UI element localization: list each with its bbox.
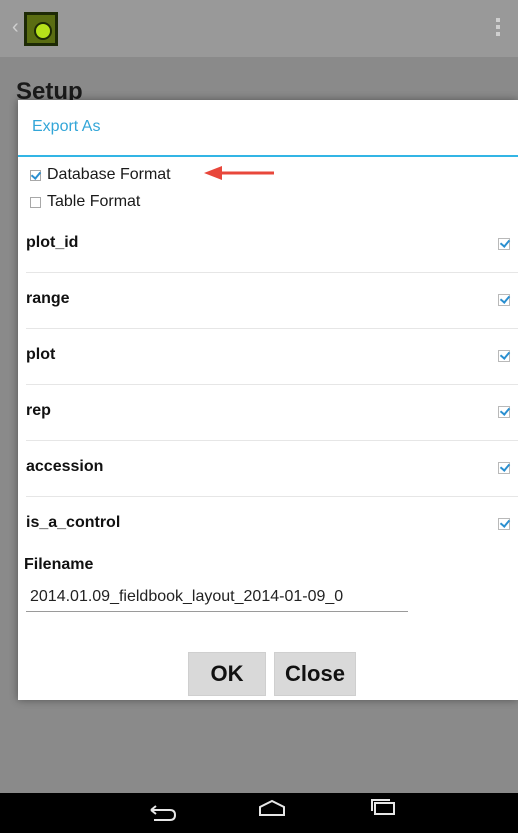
database-format-option[interactable]: Database Format <box>30 166 171 184</box>
field-label: range <box>26 290 70 307</box>
field-checkbox-icon[interactable] <box>498 294 510 306</box>
filename-input[interactable] <box>26 582 408 612</box>
field-checkbox-icon[interactable] <box>498 518 510 530</box>
navigation-bar <box>0 793 518 833</box>
field-row-is-a-control[interactable]: is_a_control <box>26 496 518 552</box>
table-format-option[interactable]: Table Format <box>30 193 140 211</box>
field-row-plot[interactable]: plot <box>26 328 518 385</box>
field-checkbox-icon[interactable] <box>498 350 510 362</box>
overflow-menu-icon[interactable] <box>496 18 500 39</box>
field-checkbox-icon[interactable] <box>498 406 510 418</box>
database-format-label: Database Format <box>47 166 171 183</box>
table-format-label: Table Format <box>47 193 141 210</box>
ok-button[interactable]: OK <box>188 652 266 696</box>
app-bar: ‹ <box>0 0 518 58</box>
field-row-accession[interactable]: accession <box>26 440 518 497</box>
field-row-rep[interactable]: rep <box>26 384 518 441</box>
back-chevron-icon[interactable]: ‹ <box>12 16 19 39</box>
back-icon[interactable] <box>148 804 178 824</box>
field-label: is_a_control <box>26 514 121 531</box>
field-checkbox-icon[interactable] <box>498 238 510 250</box>
checkbox-unchecked-icon[interactable] <box>30 196 41 208</box>
field-row-range[interactable]: range <box>26 272 518 329</box>
field-label: rep <box>26 402 51 419</box>
dialog-divider <box>18 155 518 157</box>
home-icon[interactable] <box>258 799 286 817</box>
dialog-title: Export As <box>32 118 101 135</box>
field-label: plot_id <box>26 234 79 251</box>
field-checkbox-icon[interactable] <box>498 462 510 474</box>
field-label: accession <box>26 458 104 475</box>
red-arrow-annotation-icon <box>204 166 274 180</box>
field-label: plot <box>26 346 56 363</box>
export-dialog: Export As Database Format Table Format p… <box>18 100 518 700</box>
checkbox-checked-icon[interactable] <box>30 169 41 181</box>
close-button[interactable]: Close <box>274 652 356 696</box>
fieldbook-logo-icon[interactable] <box>24 12 58 46</box>
filename-label: Filename <box>24 556 94 573</box>
recent-apps-icon[interactable] <box>370 799 396 815</box>
field-row-plot-id[interactable]: plot_id <box>26 216 518 273</box>
